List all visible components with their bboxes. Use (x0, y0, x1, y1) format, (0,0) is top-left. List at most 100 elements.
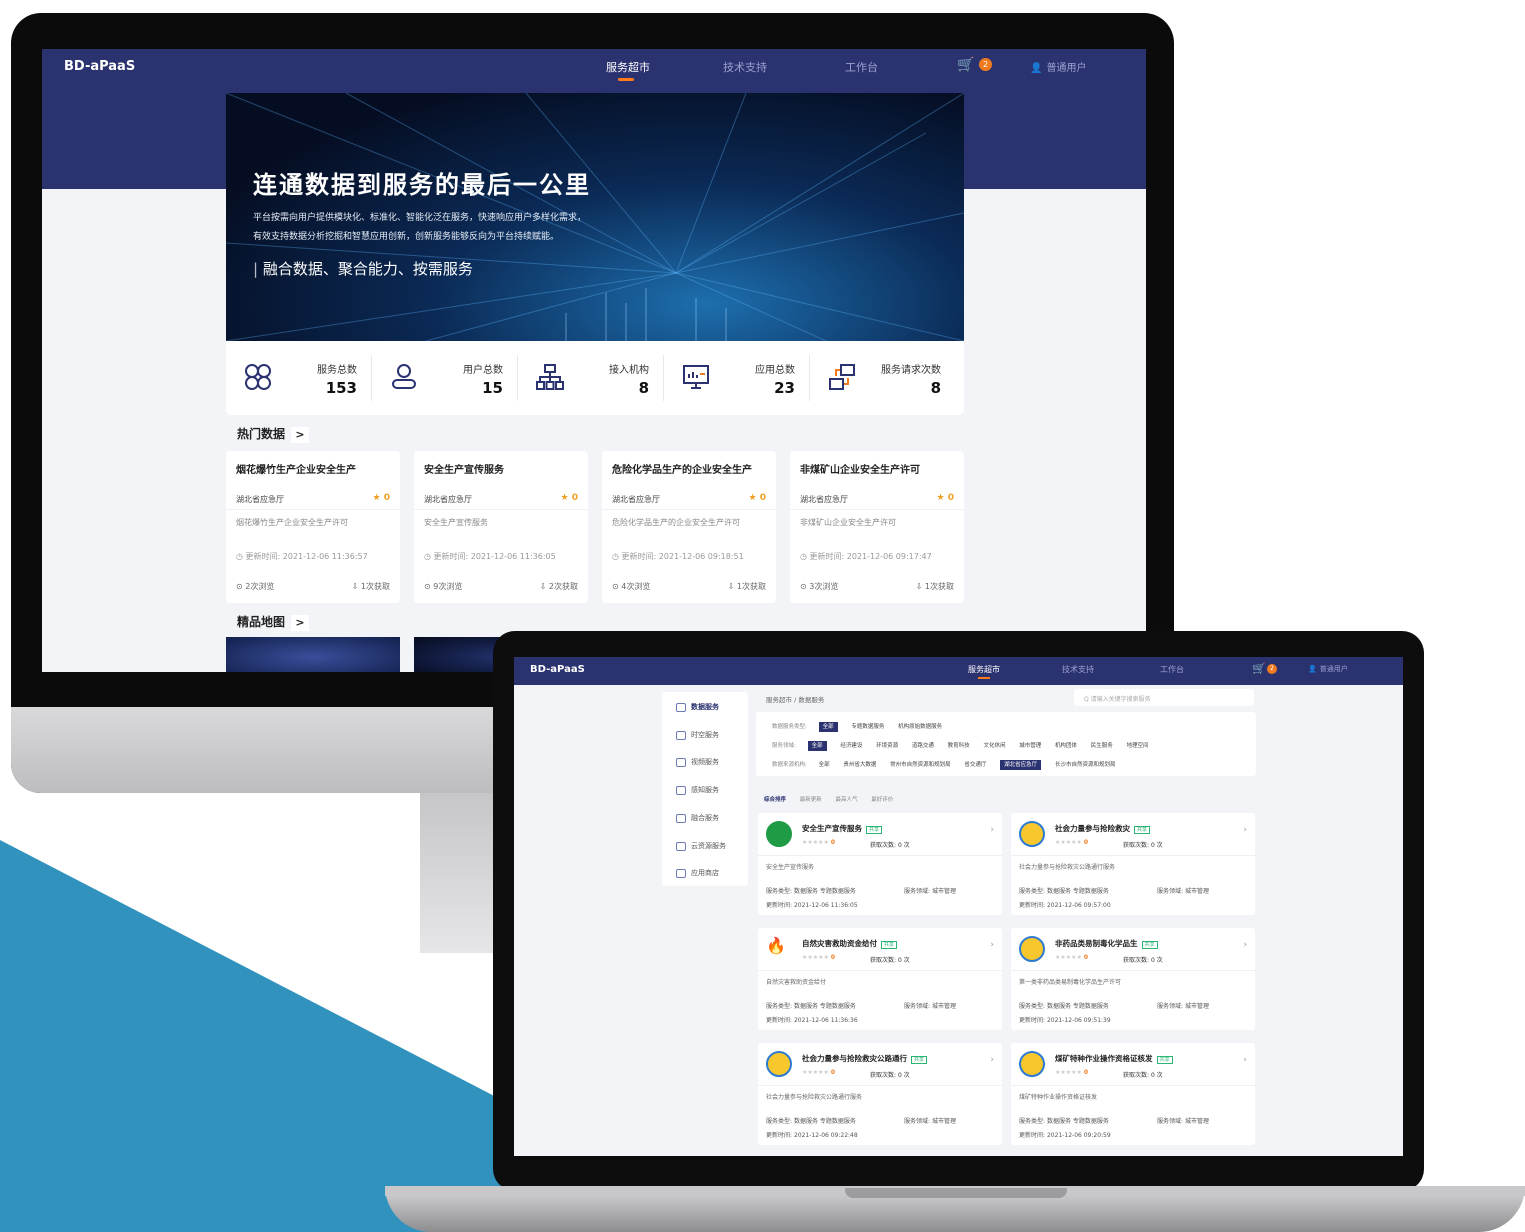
service-desc: 社会力量参与抢险救灾公路通行服务 (766, 1094, 863, 1101)
filter-option[interactable]: 文化休闲 (983, 743, 1005, 749)
service-card[interactable]: 自然灾害救助资金给付共享 ★★★★★ 0 获取次数: 0 次 › 自然灾害救助资… (758, 928, 1002, 1030)
user-icon: 👤 (1308, 665, 1317, 673)
filter-option[interactable]: 长沙市自然资源和规划局 (1055, 762, 1116, 768)
laptop-notch (845, 1188, 1067, 1198)
user-menu[interactable]: 👤 普通用户 (1308, 664, 1348, 674)
service-card[interactable]: 社会力量参与抢险救灾 共享 ★★★★★ 0 获取次数: 0 次 › 社会力量参与抢… (1011, 813, 1255, 915)
nav-tech-support[interactable]: 技术支持 (1062, 664, 1094, 675)
chevron-right-icon[interactable]: › (1243, 1055, 1247, 1065)
cart-icon[interactable]: 🛒 (957, 57, 974, 73)
stats-bar: 服务总数 153 用户总数 15 接入机构 8 应用总数 23 服务请求次数 8 (226, 341, 964, 415)
hot-data-card[interactable]: 危险化学品生产的企业安全生产 湖北省应急厅 ★ 0 危险化学品生产的企业安全生产… (602, 451, 776, 603)
stat-label: 服务请求次数 (881, 365, 941, 376)
hot-data-card[interactable]: 非煤矿山企业安全生产许可 湖北省应急厅 ★ 0 非煤矿山企业安全生产许可 ◷ 更… (790, 451, 964, 603)
user-icon: 👤 (1030, 63, 1043, 74)
filter-option[interactable]: 城市管理 (1019, 743, 1041, 749)
cart-icon[interactable]: 🛒 (1252, 662, 1266, 675)
filter-option[interactable]: 机构团体 (1055, 743, 1077, 749)
breadcrumb[interactable]: 服务超市 / 数据服务 (766, 694, 824, 704)
hot-data-card[interactable]: 烟花爆竹生产企业安全生产 湖北省应急厅 ★ 0 烟花爆竹生产企业安全生产许可 ◷… (226, 451, 400, 603)
sidebar-item-cloud-service[interactable]: 云资源服务 (676, 841, 726, 851)
nav-workbench[interactable]: 工作台 (845, 59, 878, 75)
sort-tab[interactable]: 最高人气 (836, 797, 858, 803)
service-type: 服务类型: 数据服务 专题数据服务 (1019, 1118, 1109, 1125)
filter-option[interactable]: 省交通厅 (964, 762, 986, 768)
chevron-right-icon[interactable]: › (1243, 825, 1247, 835)
filter-option[interactable]: 常州市自然资源和规划局 (890, 762, 951, 768)
service-card[interactable]: 安全生产宣传服务 共享 ★★★★★ 0 获取次数: 0 次 › 安全生产宣传服务 … (758, 813, 1002, 915)
filter-option[interactable]: 民生服务 (1091, 743, 1113, 749)
card-title: 危险化学品生产的企业安全生产 (612, 465, 752, 476)
stat-value: 15 (482, 379, 503, 397)
filter-row-source: 数据来源机构: 全部 贵州省大数据 常州市自然资源和规划局 省交通厅 湖北省应急… (772, 760, 1127, 770)
hot-data-card[interactable]: 安全生产宣传服务 湖北省应急厅 ★ 0 安全生产宣传服务 ◷ 更新时间: 202… (414, 451, 588, 603)
sidebar-item-app-store[interactable]: 应用商店 (676, 868, 719, 878)
map-heading[interactable]: 精品地图 > (237, 613, 310, 631)
chevron-right-icon[interactable]: › (990, 825, 994, 835)
chevron-right-icon[interactable]: > (291, 427, 310, 443)
service-title: 非药品类易制毒化学品生 共享 (1055, 938, 1158, 949)
filter-option[interactable]: 教育科技 (948, 743, 970, 749)
filter-option[interactable]: 贵州省大数据 (843, 762, 876, 768)
star-rating: ★★★★★ 0 (1055, 1069, 1088, 1076)
service-type: 服务类型: 数据服务 专题数据服务 (766, 888, 856, 895)
filter-option[interactable]: 专题数据服务 (851, 724, 884, 730)
filter-option[interactable]: 地理空间 (1127, 743, 1149, 749)
sidebar-item-sensing-service[interactable]: 感知服务 (676, 785, 719, 795)
nav-service-market[interactable]: 服务超市 (968, 664, 1000, 679)
sidebar-item-video-service[interactable]: 视频服务 (676, 757, 719, 767)
chevron-right-icon[interactable]: > (291, 615, 310, 631)
service-updated: 更新时间: 2021-12-06 11:36:36 (766, 1017, 858, 1024)
service-title: 社会力量参与抢险救灾 共享 (1055, 823, 1151, 834)
search-input[interactable]: Q 请输入关键字搜索服务 (1074, 689, 1254, 706)
service-card[interactable]: 社会力量参与抢险救灾公路通行 共享 ★★★★★ 0 获取次数: 0 次 › 社会力… (758, 1043, 1002, 1145)
filter-row-type: 数据服务类型: 全部 专题数据服务 机构原始数据服务 (772, 722, 954, 732)
filter-option[interactable]: 全部 (818, 722, 838, 732)
service-updated: 更新时间: 2021-12-06 11:36:05 (766, 902, 858, 909)
app-store-icon (676, 868, 686, 878)
carousel-dots[interactable] (564, 331, 624, 341)
filter-option[interactable]: 湖北省应急厅 (1000, 760, 1042, 770)
card-views: ⊙ 3次浏览 (800, 582, 839, 591)
chevron-right-icon[interactable]: › (1243, 940, 1247, 950)
video-service-icon (676, 757, 686, 767)
stat-label: 接入机构 (609, 365, 649, 376)
sidebar-item-spatial-service[interactable]: 时空服务 (676, 730, 719, 740)
chevron-right-icon[interactable]: › (990, 1055, 994, 1065)
service-card[interactable]: 煤矿特种作业操作资格证核发 共享 ★★★★★ 0 获取次数: 0 次 › 煤矿特种… (1011, 1043, 1255, 1145)
star-rating: ★★★★★ 0 (1055, 839, 1088, 846)
hero-line-1: 平台按需向用户提供模块化、标准化、智能化泛在服务，快速响应用户多样化需求， (253, 213, 587, 223)
nav-tech-support[interactable]: 技术支持 (723, 59, 767, 75)
sensing-service-icon (676, 785, 686, 795)
sort-tab[interactable]: 最新更新 (800, 797, 822, 803)
spatial-service-icon (676, 730, 686, 740)
sidebar-item-data-service[interactable]: 数据服务 (676, 702, 719, 712)
get-count: 获取次数: 0 次 (870, 957, 910, 964)
filter-option[interactable]: 环境资源 (876, 743, 898, 749)
sort-tab[interactable]: 综合排序 (764, 797, 786, 803)
nav-service-market[interactable]: 服务超市 (606, 59, 650, 81)
card-org: 湖北省应急厅 (800, 495, 848, 504)
nav-workbench[interactable]: 工作台 (1160, 664, 1184, 675)
chevron-right-icon[interactable]: › (990, 940, 994, 950)
filter-option[interactable]: 道路交通 (912, 743, 934, 749)
map-thumbnail[interactable] (226, 637, 400, 672)
sidebar-item-fusion-service[interactable]: 融合服务 (676, 813, 719, 823)
service-desc: 自然灾害救助资金给付 (766, 979, 827, 986)
map-title: 精品地图 (237, 615, 286, 629)
sort-tab[interactable]: 最好评价 (871, 797, 893, 803)
filter-option[interactable]: 机构原始数据服务 (898, 724, 942, 730)
card-gets: ⇩ 1次获取 (727, 582, 766, 591)
hero-title: 连通数据到服务的最后一公里 (253, 171, 591, 199)
app-logo[interactable]: BD-aPaaS (64, 59, 135, 74)
filter-option[interactable]: 全部 (819, 762, 830, 768)
service-card[interactable]: 非药品类易制毒化学品生 共享 ★★★★★ 0 获取次数: 0 次 › 第一类非药品… (1011, 928, 1255, 1030)
hot-data-heading[interactable]: 热门数据 > (237, 425, 310, 443)
filter-option[interactable]: 经济建设 (840, 743, 862, 749)
filter-option[interactable]: 全部 (807, 741, 827, 751)
top-navbar: BD-aPaaS 服务超市 技术支持 工作台 🛒 2 👤 普通用户 (514, 657, 1403, 685)
cart-count-badge: 2 (1267, 664, 1277, 674)
app-logo[interactable]: BD-aPaaS (530, 664, 585, 675)
user-icon (392, 364, 416, 389)
user-menu[interactable]: 👤 普通用户 (1030, 59, 1086, 74)
